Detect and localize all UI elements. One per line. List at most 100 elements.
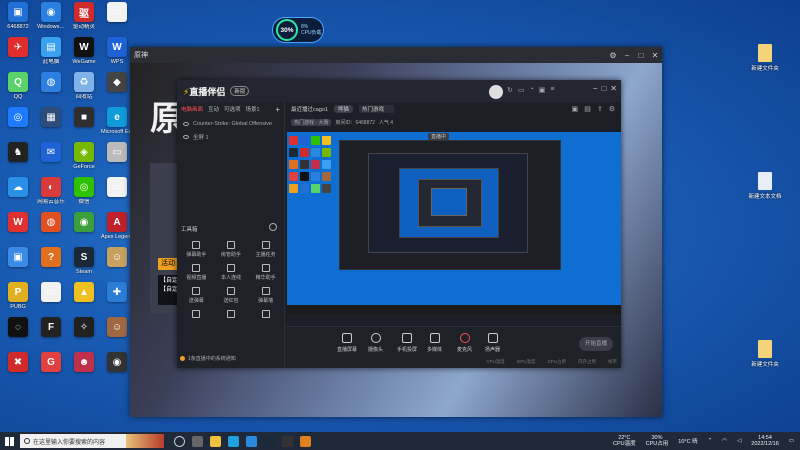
desktop-icon[interactable]: G <box>35 352 67 387</box>
toolbox-item[interactable]: 精华助手 <box>248 261 283 284</box>
toolbox-item[interactable]: 弹幕墙 <box>248 284 283 307</box>
desktop-icon[interactable]: ◈ GeForce <box>68 142 100 177</box>
media-button[interactable]: 多媒体 <box>427 333 442 353</box>
tab-screen[interactable]: 电脑画面 <box>181 105 203 114</box>
desktop-icon[interactable]: ◍ <box>35 72 67 107</box>
desktop-icon[interactable]: ✉ <box>35 142 67 177</box>
desktop-icon[interactable]: ♞ <box>2 142 34 177</box>
notification-icon[interactable]: ▭ <box>789 438 794 444</box>
desktop-icon[interactable]: ◎ <box>2 107 34 142</box>
maximize-icon[interactable]: □ <box>634 51 648 60</box>
cpu-widget[interactable]: 30% 8% CPU负载 <box>272 17 324 43</box>
desktop-icon[interactable]: ? <box>35 247 67 282</box>
desktop-icon[interactable]: ▣ <box>2 247 34 282</box>
speaker-button[interactable]: 扬声器 <box>485 333 500 353</box>
desktop-icon[interactable]: ▭ <box>101 177 133 212</box>
desktop-icon[interactable]: ■ <box>68 107 100 142</box>
gift-icon[interactable]: ▣ <box>539 86 546 94</box>
tab-options[interactable]: 可选项 <box>224 105 241 114</box>
toolbox-item[interactable]: 本人连线 <box>214 261 249 284</box>
desktop-folder-2[interactable]: 新建文件夹 <box>735 340 795 368</box>
source-item[interactable]: 全屏 1 <box>177 130 284 143</box>
toolbox-item[interactable]: 主播任务 <box>248 238 283 261</box>
live-header[interactable]: ⚡直播伴侣 新版 ↻ ▭ ◔ ▣ ≡ − □ ✕ <box>177 80 621 102</box>
desktop-icon[interactable]: ✚ <box>101 282 133 317</box>
desktop-icon[interactable]: W WeGame <box>68 37 100 72</box>
clock[interactable]: 14:54 2022/12/16 <box>751 435 779 447</box>
microphone-button[interactable]: 麦克风 <box>457 333 472 353</box>
desktop-icon[interactable]: ▭ <box>101 2 133 37</box>
desktop-icon[interactable]: ◆ <box>101 72 133 107</box>
toolbox-item[interactable]: 送弹幕 <box>179 284 214 307</box>
minimize-icon[interactable]: − <box>620 51 634 60</box>
desktop-icon[interactable]: F <box>35 317 67 352</box>
close-icon[interactable]: ✕ <box>648 51 662 60</box>
toolbox-item[interactable]: 弹幕助手 <box>179 238 214 261</box>
desktop-icon[interactable]: Q QQ <box>2 72 34 107</box>
eye-icon[interactable] <box>183 121 189 126</box>
desktop-icon[interactable]: ◉ <box>68 212 100 247</box>
volume-icon[interactable]: ◁ <box>737 438 741 444</box>
notification-bar[interactable]: 1条直播中的系统通知 <box>180 355 236 362</box>
widgets-icon[interactable] <box>192 435 203 447</box>
tab-scene1[interactable]: 场景1 <box>246 105 260 114</box>
bell-icon[interactable]: ◔ <box>530 86 534 94</box>
desktop-icon[interactable]: ▤ 此电脑 <box>35 37 67 72</box>
desktop-doc-1[interactable]: 新建文本文档 <box>735 172 795 200</box>
store-icon[interactable] <box>246 435 257 447</box>
desktop-icon[interactable]: ☁ <box>2 177 34 212</box>
toolbox-item[interactable] <box>248 307 283 330</box>
desktop-icon[interactable]: ✈ <box>2 37 34 72</box>
desktop-icon[interactable]: ◍ <box>35 212 67 247</box>
edge-icon[interactable] <box>228 435 239 447</box>
desktop-icon[interactable]: ▲ <box>68 282 100 317</box>
desktop-icon[interactable]: ♻ 回收站 <box>68 72 100 107</box>
eye-icon[interactable] <box>183 134 189 139</box>
version-badge[interactable]: 新版 <box>230 86 250 96</box>
desktop-icon[interactable]: W <box>2 212 34 247</box>
tab-interact[interactable]: 互动 <box>208 105 219 114</box>
desktop-icon[interactable]: e Microsoft Edge <box>101 107 133 142</box>
file-explorer-icon[interactable] <box>210 435 221 447</box>
folder-icon[interactable]: ▤ <box>584 105 591 113</box>
weather[interactable]: 10°C 晴 <box>678 437 697 445</box>
desktop-icon[interactable]: ◎ 微信 <box>68 177 100 212</box>
platform-pill[interactable]: 熊猫 <box>334 105 354 113</box>
tray-chevron-icon[interactable]: ⌃ <box>708 438 713 444</box>
share-icon[interactable]: ⇪ <box>597 105 603 113</box>
source-item[interactable]: Counter-Strike: Global Offensive <box>177 117 284 130</box>
toolbox-settings-icon[interactable] <box>269 223 277 231</box>
genshin-icon[interactable] <box>282 435 293 447</box>
toolbox-item[interactable] <box>179 307 214 330</box>
start-button[interactable] <box>0 432 18 450</box>
desktop-icon[interactable]: ◐ 网易云音乐 <box>35 177 67 212</box>
desktop-icon[interactable]: ☺ <box>101 317 133 352</box>
settings-icon[interactable]: ⚙ <box>609 105 615 113</box>
maximize-icon[interactable]: □ <box>601 84 606 93</box>
stream-preview[interactable]: 直播中 <box>287 132 621 314</box>
desktop-folder-1[interactable]: 新建文件夹 <box>735 44 795 72</box>
close-icon[interactable]: ✕ <box>610 84 617 93</box>
desktop-icon[interactable]: 驱驱动精灵 <box>68 2 100 37</box>
refresh-icon[interactable]: ↻ <box>507 86 513 94</box>
game-window-titlebar[interactable]: 原神 ⚙ − □ ✕ <box>130 47 662 63</box>
toolbox-item[interactable] <box>214 307 249 330</box>
category-tag[interactable]: 热门游戏 · 大赛 <box>291 118 332 126</box>
gear-icon[interactable]: ⚙ <box>606 51 620 60</box>
category-field[interactable]: 热门游戏 <box>359 105 395 113</box>
desktop-icon[interactable]: ◌ <box>2 317 34 352</box>
search-box[interactable]: 在这里输入你要搜索的内容 <box>20 434 164 448</box>
desktop-icon[interactable]: ▦ <box>35 107 67 142</box>
live-app-window[interactable]: ⚡直播伴侣 新版 ↻ ▭ ◔ ▣ ≡ − □ ✕ 电脑画面 互动 可选项 场景1… <box>177 80 621 368</box>
camera-button[interactable]: 摄像头 <box>368 333 383 353</box>
start-live-button[interactable]: 开始直播 <box>579 337 613 351</box>
desktop-icon[interactable]: ☻ <box>68 352 100 387</box>
toolbox-item[interactable]: 房管助手 <box>214 238 249 261</box>
steam-icon[interactable] <box>264 435 275 447</box>
desktop-icon[interactable]: ✖ <box>2 352 34 387</box>
add-scene-button[interactable]: + <box>275 105 280 114</box>
live-app-icon[interactable] <box>300 435 311 447</box>
desktop-icon[interactable]: W WPS <box>101 37 133 72</box>
desktop-icon[interactable]: ✧ <box>68 317 100 352</box>
desktop-icon[interactable]: P PUBG <box>2 282 34 317</box>
